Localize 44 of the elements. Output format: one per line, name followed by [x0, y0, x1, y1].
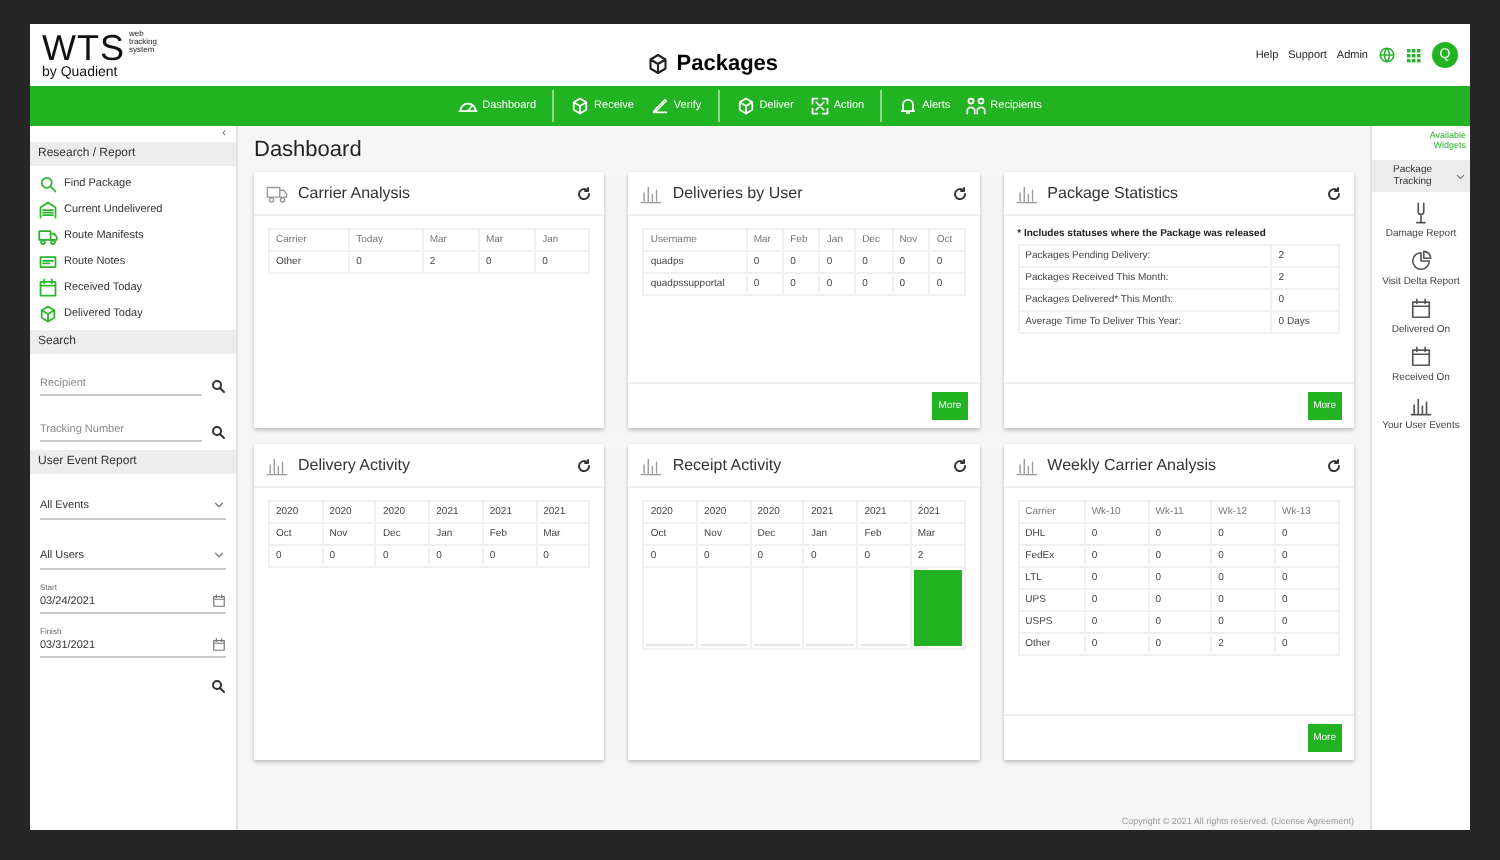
- expand-icon[interactable]: [809, 96, 830, 116]
- garage-icon[interactable]: [38, 199, 58, 219]
- calendar-icon[interactable]: [1410, 346, 1432, 368]
- card-title: Package Statistics: [1047, 184, 1181, 202]
- card-title: Carrier Analysis: [298, 184, 413, 202]
- bar-chart-icon: [1015, 454, 1038, 476]
- refresh-icon[interactable]: [951, 457, 968, 473]
- bell-icon[interactable]: [898, 96, 919, 116]
- calendar-icon[interactable]: [1410, 298, 1432, 320]
- chevron-icon[interactable]: [212, 498, 226, 512]
- apps-grid-icon[interactable]: [1406, 47, 1422, 63]
- truck-icon: [266, 182, 288, 204]
- search-icon[interactable]: [210, 377, 226, 393]
- bar-chart-icon: [640, 182, 663, 204]
- card-title: Delivery Activity: [298, 456, 413, 474]
- logo-text: WTS: [42, 30, 125, 66]
- people-icon[interactable]: [966, 96, 987, 116]
- chevron-icon[interactable]: [1453, 169, 1466, 183]
- pen-icon[interactable]: [649, 96, 670, 116]
- chevron-icon[interactable]: [212, 548, 226, 562]
- package-icon[interactable]: [38, 303, 58, 323]
- search-icon[interactable]: [210, 678, 226, 694]
- card-title: Deliveries by User: [672, 184, 805, 202]
- refresh-icon[interactable]: [576, 457, 593, 473]
- refresh-icon[interactable]: [1325, 457, 1342, 473]
- refresh-icon[interactable]: [576, 185, 593, 201]
- bar-chart-icon: [640, 454, 663, 476]
- package-icon: [646, 51, 671, 75]
- card-title: Weekly Carrier Analysis: [1047, 456, 1218, 474]
- card-title: Receipt Activity: [672, 456, 784, 474]
- search-icon[interactable]: [210, 423, 226, 439]
- bar-chart-icon: [266, 454, 288, 476]
- refresh-icon[interactable]: [951, 185, 968, 201]
- bar-chart-icon[interactable]: [1409, 394, 1432, 416]
- calendar-icon[interactable]: [212, 594, 226, 608]
- note-icon[interactable]: [38, 251, 58, 271]
- calendar-icon[interactable]: [212, 638, 226, 652]
- truck-icon[interactable]: [38, 225, 58, 245]
- pie-chart-icon[interactable]: [1409, 250, 1432, 272]
- page-title: Packages: [676, 51, 779, 75]
- page-heading: Dashboard: [254, 138, 364, 162]
- globe-icon[interactable]: [1378, 46, 1396, 64]
- bar-chart-icon: [1015, 182, 1038, 204]
- refresh-icon[interactable]: [1325, 185, 1342, 201]
